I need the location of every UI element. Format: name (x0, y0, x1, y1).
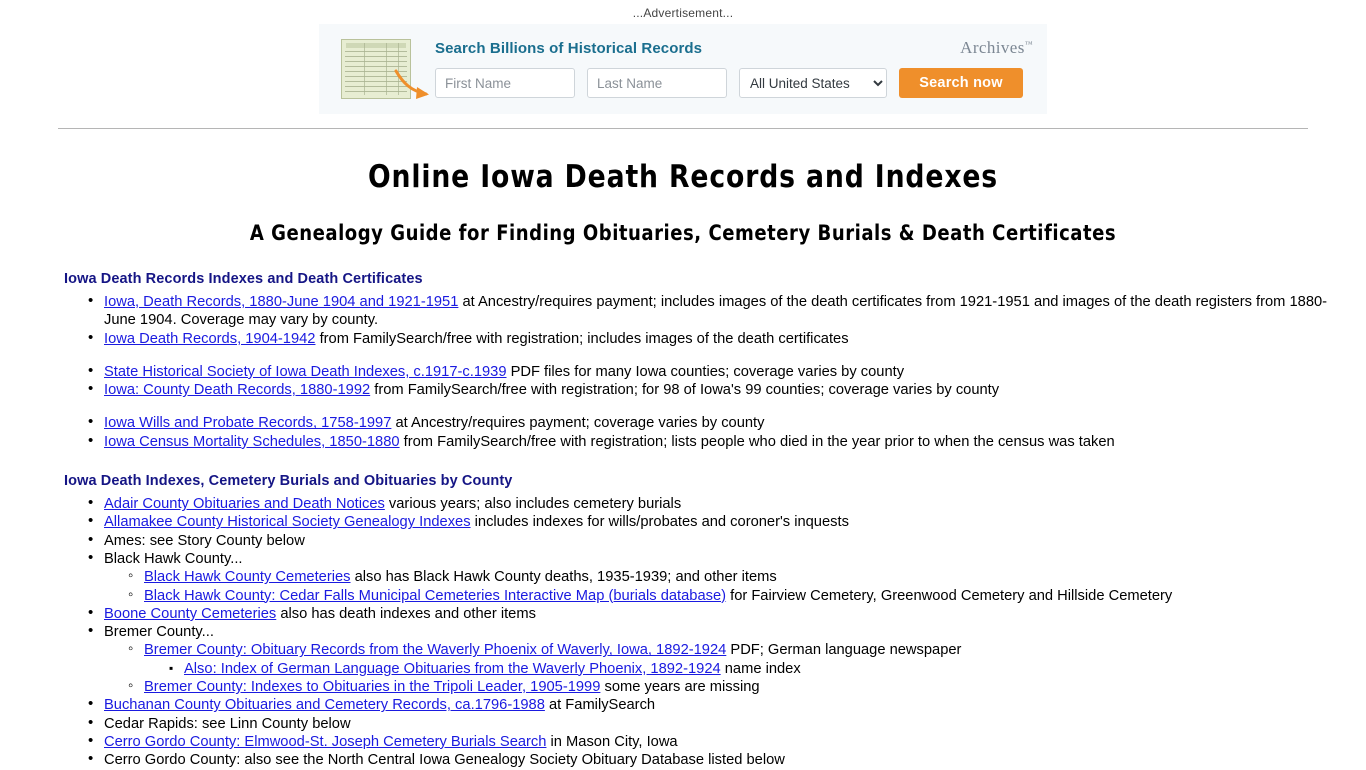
advertisement-banner: Search Billions of Historical Records Ar… (0, 20, 1366, 114)
record-list-level-3: Also: Index of German Language Obituarie… (144, 659, 1352, 678)
last-name-input[interactable] (587, 68, 727, 98)
record-description: PDF files for many Iowa counties; covera… (506, 363, 905, 380)
record-list-level-1: Iowa, Death Records, 1880-June 1904 and … (64, 292, 1352, 451)
list-item: Adair County Obituaries and Death Notice… (88, 494, 1352, 513)
record-link[interactable]: Allamakee County Historical Society Gene… (104, 514, 471, 530)
record-description: from FamilySearch/free with registration… (315, 330, 849, 347)
record-description: Bremer County... (104, 624, 214, 641)
record-description: in Mason City, Iowa (546, 733, 678, 750)
record-description: from FamilySearch/free with registration… (370, 382, 1000, 399)
record-description: Ames: see Story County below (104, 532, 305, 549)
list-item: Cerro Gordo County: also see the North C… (88, 750, 1352, 769)
list-item: Black Hawk County...Black Hawk County Ce… (88, 549, 1352, 605)
record-link[interactable]: Iowa Wills and Probate Records, 1758-199… (104, 415, 391, 431)
record-link[interactable]: Bremer County: Indexes to Obituaries in … (144, 679, 600, 695)
ad-headline: Search Billions of Historical Records (435, 40, 703, 57)
record-link[interactable]: Black Hawk County: Cedar Falls Municipal… (144, 588, 726, 604)
record-description: Black Hawk County... (104, 550, 243, 567)
trademark-mark: ™ (1024, 39, 1033, 49)
list-item: Cerro Gordo County: Elmwood-St. Joseph C… (88, 732, 1352, 751)
record-link[interactable]: Also: Index of German Language Obituarie… (184, 661, 721, 677)
record-link[interactable]: Boone County Cemeteries (104, 606, 276, 622)
record-description: also has Black Hawk County deaths, 1935-… (350, 569, 777, 586)
list-item: Iowa Death Records, 1904-1942 from Famil… (88, 329, 1352, 348)
section-heading: Iowa Death Indexes, Cemetery Burials and… (64, 473, 513, 490)
page-content: Iowa Death Records Indexes and Death Cer… (0, 271, 1366, 770)
record-description: various years; also includes cemetery bu… (384, 496, 682, 513)
search-now-button[interactable]: Search now (899, 68, 1023, 98)
record-link[interactable]: Cerro Gordo County: Elmwood-St. Joseph C… (104, 734, 546, 750)
header-divider (58, 128, 1308, 129)
list-item: Iowa Wills and Probate Records, 1758-199… (88, 413, 1352, 432)
list-item: Cedar Rapids: see Linn County below (88, 714, 1352, 733)
record-link[interactable]: State Historical Society of Iowa Death I… (104, 364, 507, 380)
record-description: from FamilySearch/free with registration… (399, 433, 1115, 450)
record-description: Cerro Gordo County: also see the North C… (104, 752, 785, 769)
list-item: Iowa: County Death Records, 1880-1992 fr… (88, 380, 1352, 399)
list-item: Iowa, Death Records, 1880-June 1904 and … (88, 292, 1352, 330)
record-link[interactable]: Bremer County: Obituary Records from the… (144, 642, 726, 658)
record-link[interactable]: Adair County Obituaries and Death Notice… (104, 496, 385, 512)
record-list-level-2: Black Hawk County Cemeteries also has Bl… (104, 567, 1352, 605)
record-link[interactable]: Black Hawk County Cemeteries (144, 569, 351, 585)
ad-search-form: All United States Search now (435, 68, 1037, 98)
ad-content: Search Billions of Historical Records Ar… (419, 38, 1037, 98)
archives-logo-text: Archives (960, 38, 1025, 57)
record-link[interactable]: Iowa, Death Records, 1880-June 1904 and … (104, 294, 458, 310)
record-list-level-2: Bremer County: Obituary Records from the… (104, 640, 1352, 696)
record-description: some years are missing (600, 679, 760, 696)
record-description: also has death indexes and other items (276, 605, 536, 622)
list-item: Also: Index of German Language Obituarie… (168, 659, 1352, 678)
record-list-level-1: Adair County Obituaries and Death Notice… (64, 494, 1352, 769)
record-link[interactable]: Iowa Census Mortality Schedules, 1850-18… (104, 434, 400, 450)
list-item: Black Hawk County Cemeteries also has Bl… (128, 567, 1352, 586)
section-heading: Iowa Death Records Indexes and Death Cer… (64, 271, 423, 287)
list-item: Bremer County: Indexes to Obituaries in … (128, 677, 1352, 696)
list-item: Ames: see Story County below (88, 531, 1352, 550)
archives-logo[interactable]: Archives™ (960, 38, 1033, 58)
list-item: Iowa Census Mortality Schedules, 1850-18… (88, 432, 1352, 451)
record-description: name index (720, 660, 801, 677)
record-link[interactable]: Iowa Death Records, 1904-1942 (104, 331, 315, 347)
record-description: at FamilySearch (544, 697, 656, 714)
archives-ad-box[interactable]: Search Billions of Historical Records Ar… (319, 24, 1047, 114)
record-link[interactable]: Iowa: County Death Records, 1880-1992 (104, 382, 370, 398)
death-certificate-thumbnail[interactable] (341, 39, 411, 99)
record-description: at Ancestry/requires payment; coverage v… (391, 415, 765, 432)
advertisement-label: ...Advertisement... (632, 6, 734, 20)
list-item: State Historical Society of Iowa Death I… (88, 362, 1352, 381)
list-item: Bremer County: Obituary Records from the… (128, 640, 1352, 678)
record-description: for Fairview Cemetery, Greenwood Cemeter… (726, 587, 1173, 604)
location-select[interactable]: All United States (739, 68, 887, 98)
page-subtitle: A Genealogy Guide for Finding Obituaries… (249, 221, 1117, 245)
record-link[interactable]: Buchanan County Obituaries and Cemetery … (104, 697, 545, 713)
record-description: PDF; German language newspaper (726, 642, 962, 659)
first-name-input[interactable] (435, 68, 575, 98)
list-item: Black Hawk County: Cedar Falls Municipal… (128, 586, 1352, 605)
list-item: Allamakee County Historical Society Gene… (88, 512, 1352, 531)
ad-thumbnail-cell (333, 39, 429, 99)
record-description: Cedar Rapids: see Linn County below (104, 715, 351, 732)
record-description: includes indexes for wills/probates and … (470, 514, 849, 531)
list-item: Bremer County...Bremer County: Obituary … (88, 622, 1352, 696)
list-item: Boone County Cemeteries also has death i… (88, 604, 1352, 623)
page-title: Online Iowa Death Records and Indexes (367, 159, 999, 195)
list-item: Buchanan County Obituaries and Cemetery … (88, 695, 1352, 714)
